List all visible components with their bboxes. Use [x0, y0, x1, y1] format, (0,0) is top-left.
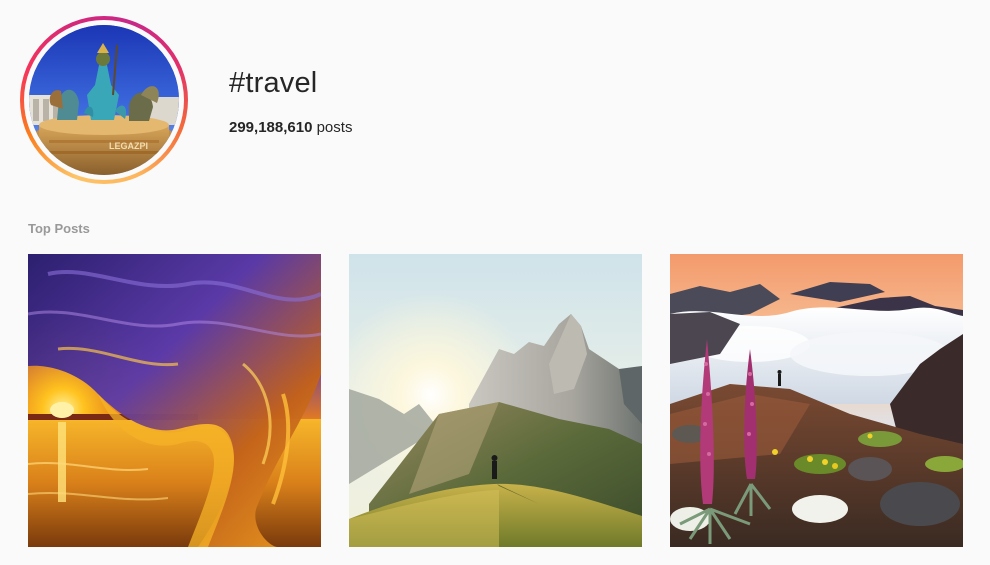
story-ring[interactable]: LEGAZPI [20, 16, 188, 184]
avatar-frame: LEGAZPI [24, 20, 184, 180]
hashtag-title: #travel [229, 67, 318, 99]
avatar[interactable]: LEGAZPI [29, 25, 179, 175]
top-posts-grid [28, 254, 964, 547]
mountain-hiker-photo [349, 254, 642, 547]
post-count: 299,188,610 posts [229, 118, 352, 138]
wave-sunset-photo [28, 254, 321, 547]
cloud-sea-flowers-photo [670, 254, 963, 547]
svg-text:LEGAZPI: LEGAZPI [109, 141, 148, 151]
top-post-2[interactable] [349, 254, 642, 547]
top-post-1[interactable] [28, 254, 321, 547]
top-posts-heading: Top Posts [28, 221, 90, 236]
fountain-statue-image: LEGAZPI [29, 25, 179, 175]
post-count-number: 299,188,610 [229, 119, 313, 136]
post-count-suffix: posts [316, 119, 353, 136]
hashtag-header: LEGAZPI #travel 299,188,610 posts [0, 0, 990, 200]
top-post-3[interactable] [670, 254, 963, 547]
